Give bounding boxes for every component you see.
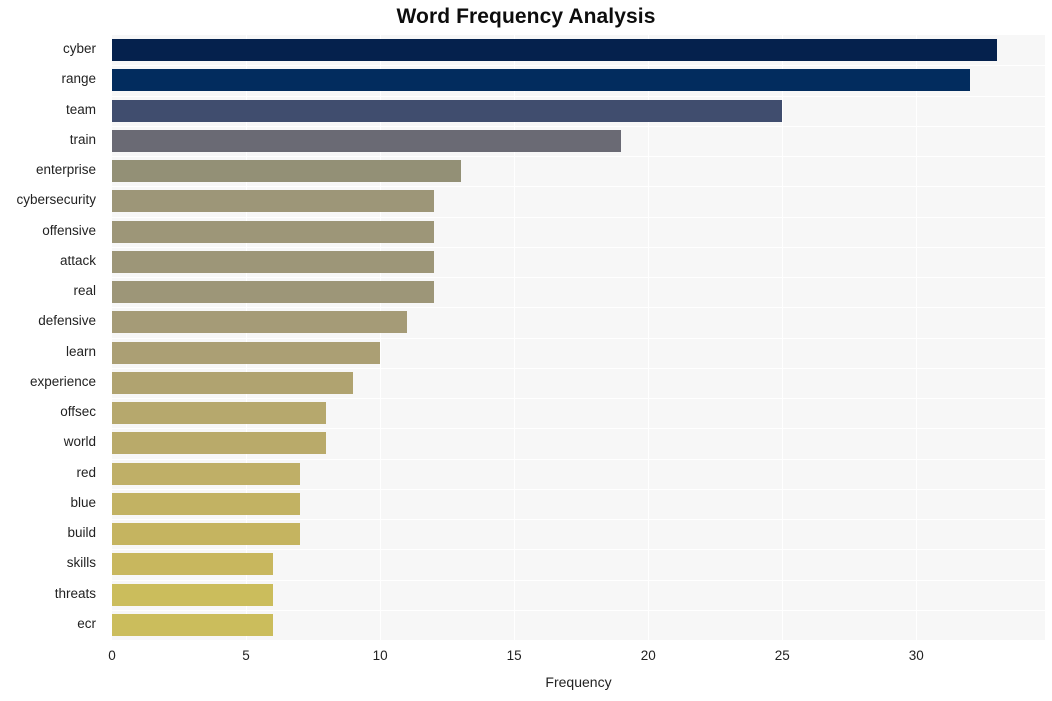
x-axis: Frequency 0 5 10 15 20 25 30 (0, 0, 1052, 701)
x-axis-tick-label: 30 (908, 648, 924, 663)
x-axis-tick-label: 5 (242, 648, 250, 663)
x-axis-tick-label: 20 (640, 648, 656, 663)
word-frequency-chart: Word Frequency Analysis cyber range team tr… (0, 0, 1052, 701)
x-axis-tick-label: 0 (108, 648, 116, 663)
x-axis-tick-label: 10 (372, 648, 388, 663)
x-axis-tick-label: 25 (774, 648, 790, 663)
x-axis-tick-label: 15 (506, 648, 522, 663)
x-axis-title: Frequency (545, 674, 612, 690)
